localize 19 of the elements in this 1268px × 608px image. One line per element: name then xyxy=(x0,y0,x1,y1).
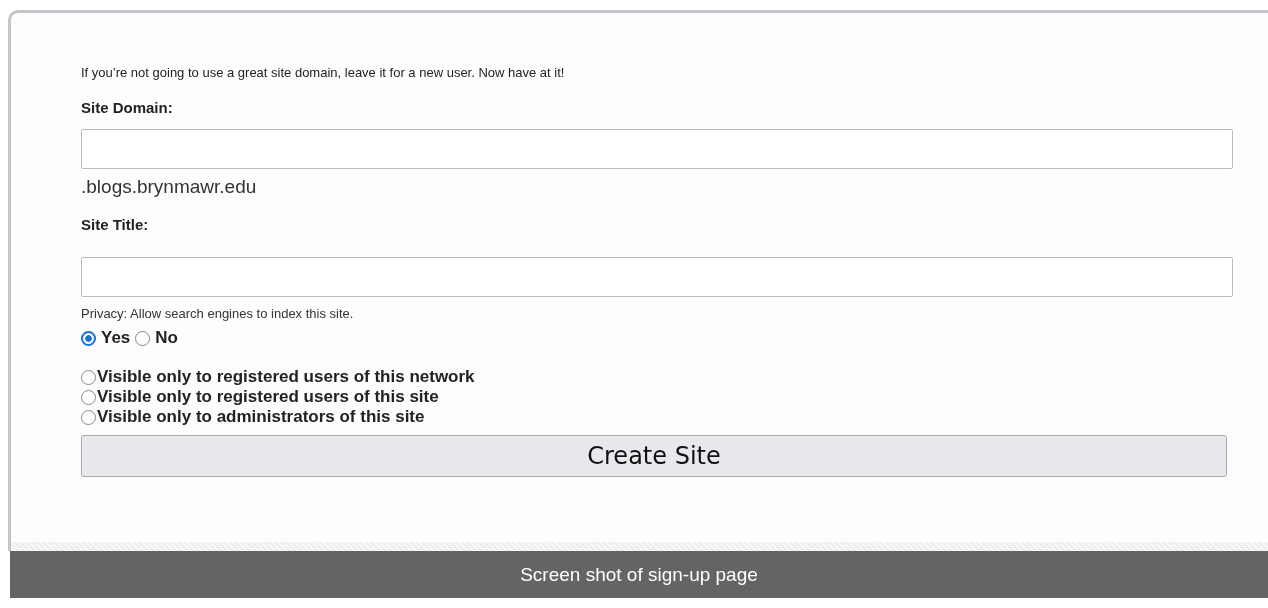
radio-button[interactable] xyxy=(81,409,96,425)
input-field[interactable] xyxy=(81,257,1233,297)
radio-button[interactable] xyxy=(81,389,96,405)
radio-button[interactable] xyxy=(81,369,96,385)
intro-text: If you’re not going to use a great site domain, leave it for a new user. Now have at it! xyxy=(81,65,566,81)
field-label: Site Domain: xyxy=(81,99,174,117)
radio-button[interactable] xyxy=(81,330,96,346)
field-label: Site Title: xyxy=(81,216,150,234)
domain-suffix: .blogs.brynmawr.edu xyxy=(81,175,258,199)
create-site-button[interactable]: Create Site xyxy=(81,435,1227,477)
option-label: No xyxy=(155,328,178,348)
input-field[interactable] xyxy=(81,129,1233,169)
privacy-text: Privacy: Allow search engines to index this site. xyxy=(81,306,355,322)
radio-button[interactable] xyxy=(135,330,151,346)
option-label: Visible only to administrators of this site xyxy=(97,407,425,427)
option-label: Visible only to registered users of this network xyxy=(97,367,475,387)
caption-text: Screen shot of sign-up page xyxy=(520,563,758,586)
option-label: Visible only to registered users of this site xyxy=(97,387,439,407)
option-label: Yes xyxy=(101,328,131,348)
